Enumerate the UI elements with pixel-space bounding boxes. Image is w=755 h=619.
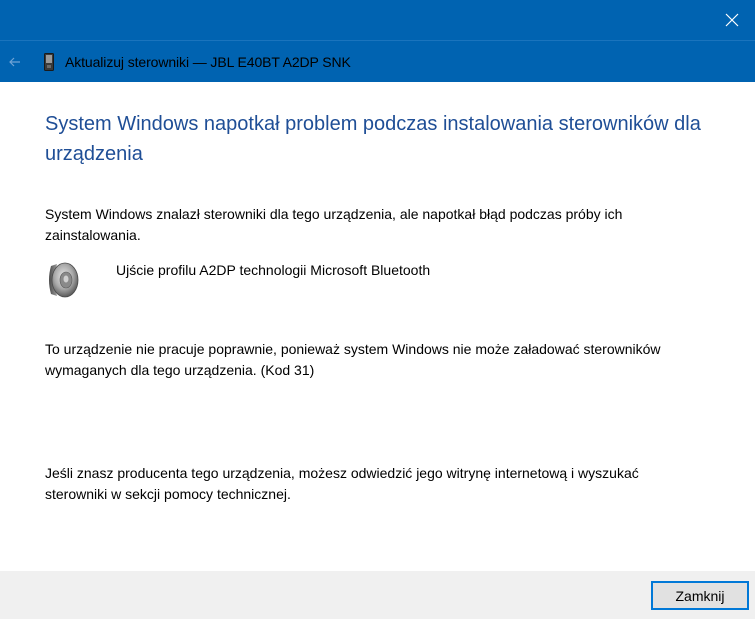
back-button[interactable] bbox=[0, 41, 30, 83]
back-arrow-icon bbox=[9, 57, 20, 66]
close-icon bbox=[725, 13, 739, 27]
title-bar bbox=[0, 0, 755, 40]
intro-text: System Windows znalazł sterowniki dla te… bbox=[45, 206, 623, 243]
speaker-icon bbox=[49, 262, 79, 298]
navigation-bar: Aktualizuj sterowniki — JBL E40BT A2DP S… bbox=[0, 40, 755, 82]
dialog-content: System Windows napotkał problem podczas … bbox=[45, 82, 725, 502]
error-text: To urządzenie nie pracuje poprawnie, pon… bbox=[45, 341, 661, 378]
help-text: Jeśli znasz producenta tego urządzenia, … bbox=[45, 465, 639, 502]
dialog-footer: Zamknij bbox=[0, 571, 755, 619]
device-name: Ujście profilu A2DP technologii Microsof… bbox=[116, 262, 431, 278]
page-heading: System Windows napotkał problem podczas … bbox=[45, 113, 701, 165]
device-icon bbox=[44, 52, 54, 71]
window-close-button[interactable] bbox=[709, 0, 755, 40]
window-title: Aktualizuj sterowniki — JBL E40BT A2DP S… bbox=[65, 53, 351, 70]
device-row: Ujście profilu A2DP technologii Microsof… bbox=[45, 260, 645, 304]
close-button[interactable]: Zamknij bbox=[651, 581, 749, 610]
